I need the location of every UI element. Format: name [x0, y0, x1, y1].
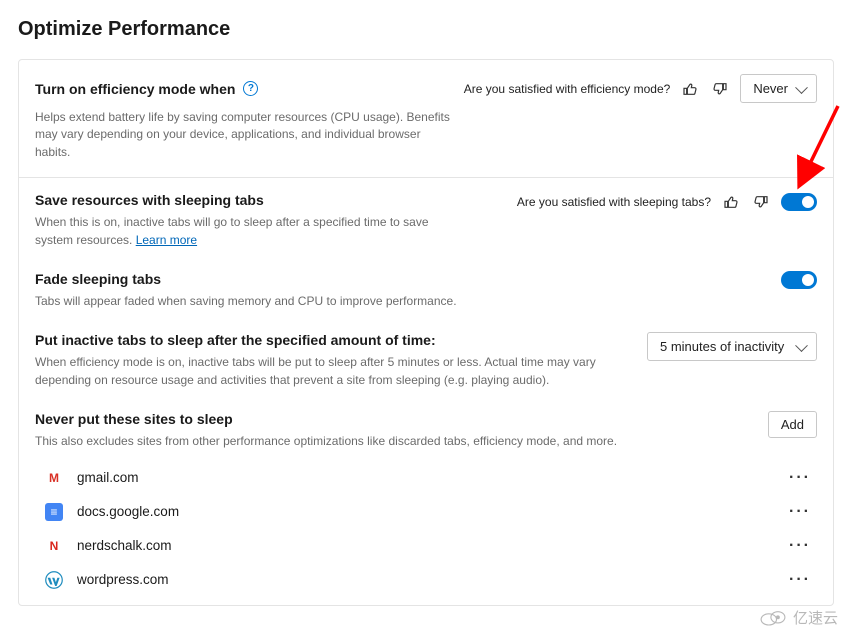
sleep-timeout-value: 5 minutes of inactivity [660, 339, 784, 354]
sleeping-tabs-toggle[interactable] [781, 193, 817, 211]
efficiency-mode-select[interactable]: Never [740, 74, 817, 103]
add-button[interactable]: Add [768, 411, 817, 438]
fade-tabs-toggle[interactable] [781, 271, 817, 289]
watermark: 亿速云 [759, 607, 838, 628]
efficiency-mode-select-value: Never [753, 81, 788, 96]
never-sleep-title: Never put these sites to sleep [35, 411, 756, 427]
more-icon[interactable]: ··· [789, 503, 811, 521]
sleeping-title: Save resources with sleeping tabs [35, 192, 505, 208]
more-icon[interactable]: ··· [789, 537, 811, 555]
thumbs-down-icon[interactable] [751, 192, 771, 212]
more-icon[interactable]: ··· [789, 469, 811, 487]
inactive-title: Put inactive tabs to sleep after the spe… [35, 332, 635, 348]
gmail-icon: M [45, 469, 63, 487]
thumbs-up-icon[interactable] [680, 79, 700, 99]
fade-title: Fade sleeping tabs [35, 271, 769, 287]
never-sleep-site-list: M gmail.com ··· ≡ docs.google.com ··· N … [35, 461, 817, 597]
sleeping-desc: When this is on, inactive tabs will go t… [35, 214, 455, 249]
efficiency-feedback-question: Are you satisfied with efficiency mode? [464, 82, 671, 96]
site-domain: docs.google.com [77, 504, 179, 519]
sleep-timeout-select[interactable]: 5 minutes of inactivity [647, 332, 817, 361]
more-icon[interactable]: ··· [789, 571, 811, 589]
site-domain: nerdschalk.com [77, 538, 172, 553]
site-row: M gmail.com ··· [35, 461, 817, 495]
never-sleep-desc: This also excludes sites from other perf… [35, 433, 655, 450]
site-domain: wordpress.com [77, 572, 169, 587]
sleeping-desc-text: When this is on, inactive tabs will go t… [35, 215, 429, 246]
thumbs-down-icon[interactable] [710, 79, 730, 99]
site-domain: gmail.com [77, 470, 139, 485]
page-title: Optimize Performance [18, 18, 834, 41]
site-row: ≡ docs.google.com ··· [35, 495, 817, 529]
nerdschalk-icon: N [45, 537, 63, 555]
fade-desc: Tabs will appear faded when saving memor… [35, 293, 595, 310]
site-row: wordpress.com ··· [35, 563, 817, 597]
thumbs-up-icon[interactable] [721, 192, 741, 212]
site-row: N nerdschalk.com ··· [35, 529, 817, 563]
efficiency-mode-section: Turn on efficiency mode when ? Are you s… [19, 60, 833, 178]
sleeping-tabs-section: Save resources with sleeping tabs When t… [19, 178, 833, 604]
efficiency-desc: Helps extend battery life by saving comp… [35, 109, 455, 161]
sleeping-feedback-question: Are you satisfied with sleeping tabs? [517, 195, 711, 209]
docs-icon: ≡ [45, 503, 63, 521]
wordpress-icon [45, 571, 63, 589]
settings-card: Turn on efficiency mode when ? Are you s… [18, 59, 834, 606]
watermark-text: 亿速云 [793, 607, 838, 628]
inactive-desc: When efficiency mode is on, inactive tab… [35, 354, 625, 389]
learn-more-link[interactable]: Learn more [136, 233, 197, 247]
info-icon[interactable]: ? [243, 81, 258, 96]
efficiency-title: Turn on efficiency mode when [35, 81, 235, 97]
